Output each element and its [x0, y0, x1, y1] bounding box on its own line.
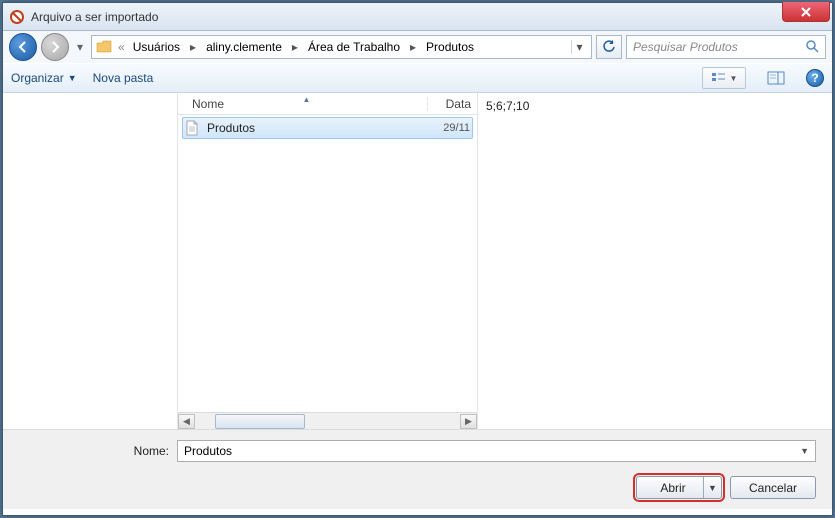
preview-text: 5;6;7;10 — [486, 99, 529, 113]
column-header-date[interactable]: Data — [427, 97, 477, 111]
refresh-button[interactable] — [596, 35, 622, 59]
file-open-dialog: Arquivo a ser importado ▾ « Usuários ▸ a… — [2, 2, 833, 516]
scroll-right-button[interactable]: ▶ — [460, 414, 477, 429]
scroll-left-button[interactable]: ◀ — [178, 414, 195, 429]
horizontal-scrollbar[interactable]: ◀ ▶ — [178, 412, 477, 429]
titlebar: Arquivo a ser importado — [3, 3, 832, 31]
breadcrumb-bar[interactable]: « Usuários ▸ aliny.clemente ▸ Área de Tr… — [91, 35, 592, 59]
button-row: Abrir ▼ Cancelar — [19, 476, 816, 499]
toolbar: Organizar ▼ Nova pasta ▼ ? — [3, 63, 832, 93]
organize-button[interactable]: Organizar ▼ — [11, 71, 77, 85]
navigation-pane[interactable] — [3, 93, 178, 429]
back-button[interactable] — [9, 33, 37, 61]
file-list-pane: ▲ Nome Data Produtos 29/11 ◀ — [178, 93, 478, 429]
cancel-button[interactable]: Cancelar — [730, 476, 816, 499]
chevron-right-icon[interactable]: ▸ — [404, 40, 422, 54]
dialog-body: ▲ Nome Data Produtos 29/11 ◀ — [3, 93, 832, 429]
recent-locations-button[interactable]: ▾ — [73, 37, 87, 57]
column-header-name[interactable]: ▲ Nome — [178, 97, 427, 111]
preview-pane: 5;6;7;10 — [478, 93, 832, 429]
breadcrumb-segment[interactable]: aliny.clemente — [204, 40, 284, 54]
close-button[interactable] — [782, 2, 830, 22]
column-headers: ▲ Nome Data — [178, 93, 477, 115]
navigation-row: ▾ « Usuários ▸ aliny.clemente ▸ Área de … — [3, 31, 832, 63]
filename-input[interactable]: Produtos ▼ — [177, 440, 816, 462]
file-date: 29/11 — [430, 122, 470, 134]
document-icon — [185, 120, 201, 136]
breadcrumb-dropdown[interactable]: ▾ — [571, 40, 587, 54]
filename-row: Nome: Produtos ▼ — [19, 440, 816, 462]
breadcrumb-segment[interactable]: Área de Trabalho — [306, 40, 402, 54]
file-list[interactable]: Produtos 29/11 — [178, 115, 477, 412]
chevron-down-icon: ▼ — [730, 74, 738, 83]
chevron-right-icon[interactable]: ▸ — [286, 40, 304, 54]
new-folder-button[interactable]: Nova pasta — [93, 71, 154, 85]
scroll-track[interactable] — [195, 414, 460, 429]
breadcrumb-segment[interactable]: Produtos — [424, 40, 476, 54]
search-placeholder: Pesquisar Produtos — [633, 40, 738, 54]
file-name: Produtos — [207, 121, 424, 135]
dialog-footer: Nome: Produtos ▼ Abrir ▼ Cancelar — [3, 429, 832, 509]
file-row[interactable]: Produtos 29/11 — [182, 117, 473, 139]
window-title: Arquivo a ser importado — [31, 10, 158, 24]
filename-label: Nome: — [19, 444, 169, 458]
forward-button[interactable] — [41, 33, 69, 61]
open-button-dropdown[interactable]: ▼ — [703, 477, 721, 498]
search-input[interactable]: Pesquisar Produtos — [626, 35, 826, 59]
sort-ascending-icon: ▲ — [303, 95, 311, 104]
help-button[interactable]: ? — [806, 69, 824, 87]
folder-icon — [96, 40, 112, 54]
chevron-down-icon: ▼ — [68, 73, 77, 83]
search-icon — [805, 39, 819, 56]
chevron-right-icon[interactable]: ▸ — [184, 40, 202, 54]
breadcrumb-root-chevron[interactable]: « — [114, 40, 129, 54]
scroll-thumb[interactable] — [215, 414, 305, 429]
breadcrumb-segment[interactable]: Usuários — [131, 40, 182, 54]
views-button[interactable]: ▼ — [702, 67, 746, 89]
app-icon — [9, 9, 25, 25]
preview-pane-button[interactable] — [762, 67, 790, 89]
window-buttons — [783, 2, 830, 22]
chevron-down-icon[interactable]: ▼ — [800, 446, 809, 456]
open-button[interactable]: Abrir ▼ — [636, 476, 722, 499]
